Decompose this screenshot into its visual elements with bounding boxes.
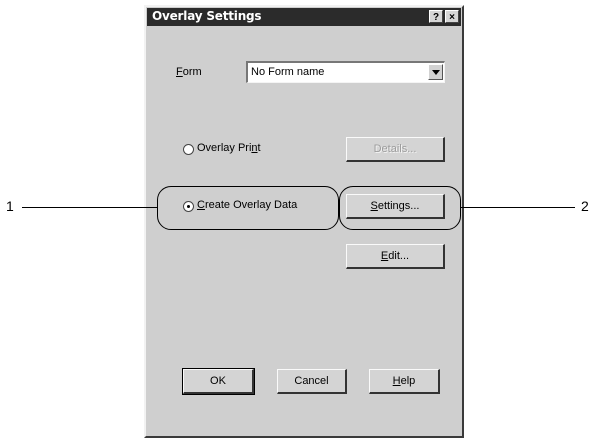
callout-label-1: 1 <box>6 198 14 214</box>
ok-button[interactable]: OK <box>182 368 255 395</box>
title-bar[interactable]: Overlay Settings ? × <box>147 8 461 26</box>
overlay-print-label-start: Overlay Pri <box>197 142 252 154</box>
callout-leader-line-1 <box>22 207 157 208</box>
form-label-rest: orm <box>182 66 202 78</box>
help-access-key: H <box>392 375 401 387</box>
help-label-rest: elp <box>400 375 416 387</box>
help-button[interactable]: Help <box>369 369 440 394</box>
edit-label-rest: dit... <box>388 250 410 262</box>
overlay-print-radio[interactable] <box>183 144 194 155</box>
chevron-down-icon[interactable] <box>428 64 443 80</box>
form-label: Form <box>176 66 202 78</box>
overlay-print-label[interactable]: Overlay Print <box>197 142 261 154</box>
edit-button[interactable]: Edit... <box>346 244 445 269</box>
form-select[interactable]: No Form name <box>246 61 445 83</box>
callout-label-2: 2 <box>581 198 589 214</box>
callout-ellipse-create-overlay <box>157 186 339 230</box>
dialog-title: Overlay Settings <box>152 9 262 23</box>
form-label-access-key: F <box>176 66 183 78</box>
close-icon[interactable]: × <box>445 10 459 23</box>
callout-leader-line-2 <box>461 207 575 208</box>
help-icon[interactable]: ? <box>429 10 443 23</box>
callout-ellipse-settings <box>339 186 461 230</box>
details-button: Details... <box>346 137 445 162</box>
overlay-print-label-end: t <box>257 142 261 154</box>
form-select-value: No Form name <box>251 66 325 78</box>
cancel-button[interactable]: Cancel <box>277 369 347 394</box>
